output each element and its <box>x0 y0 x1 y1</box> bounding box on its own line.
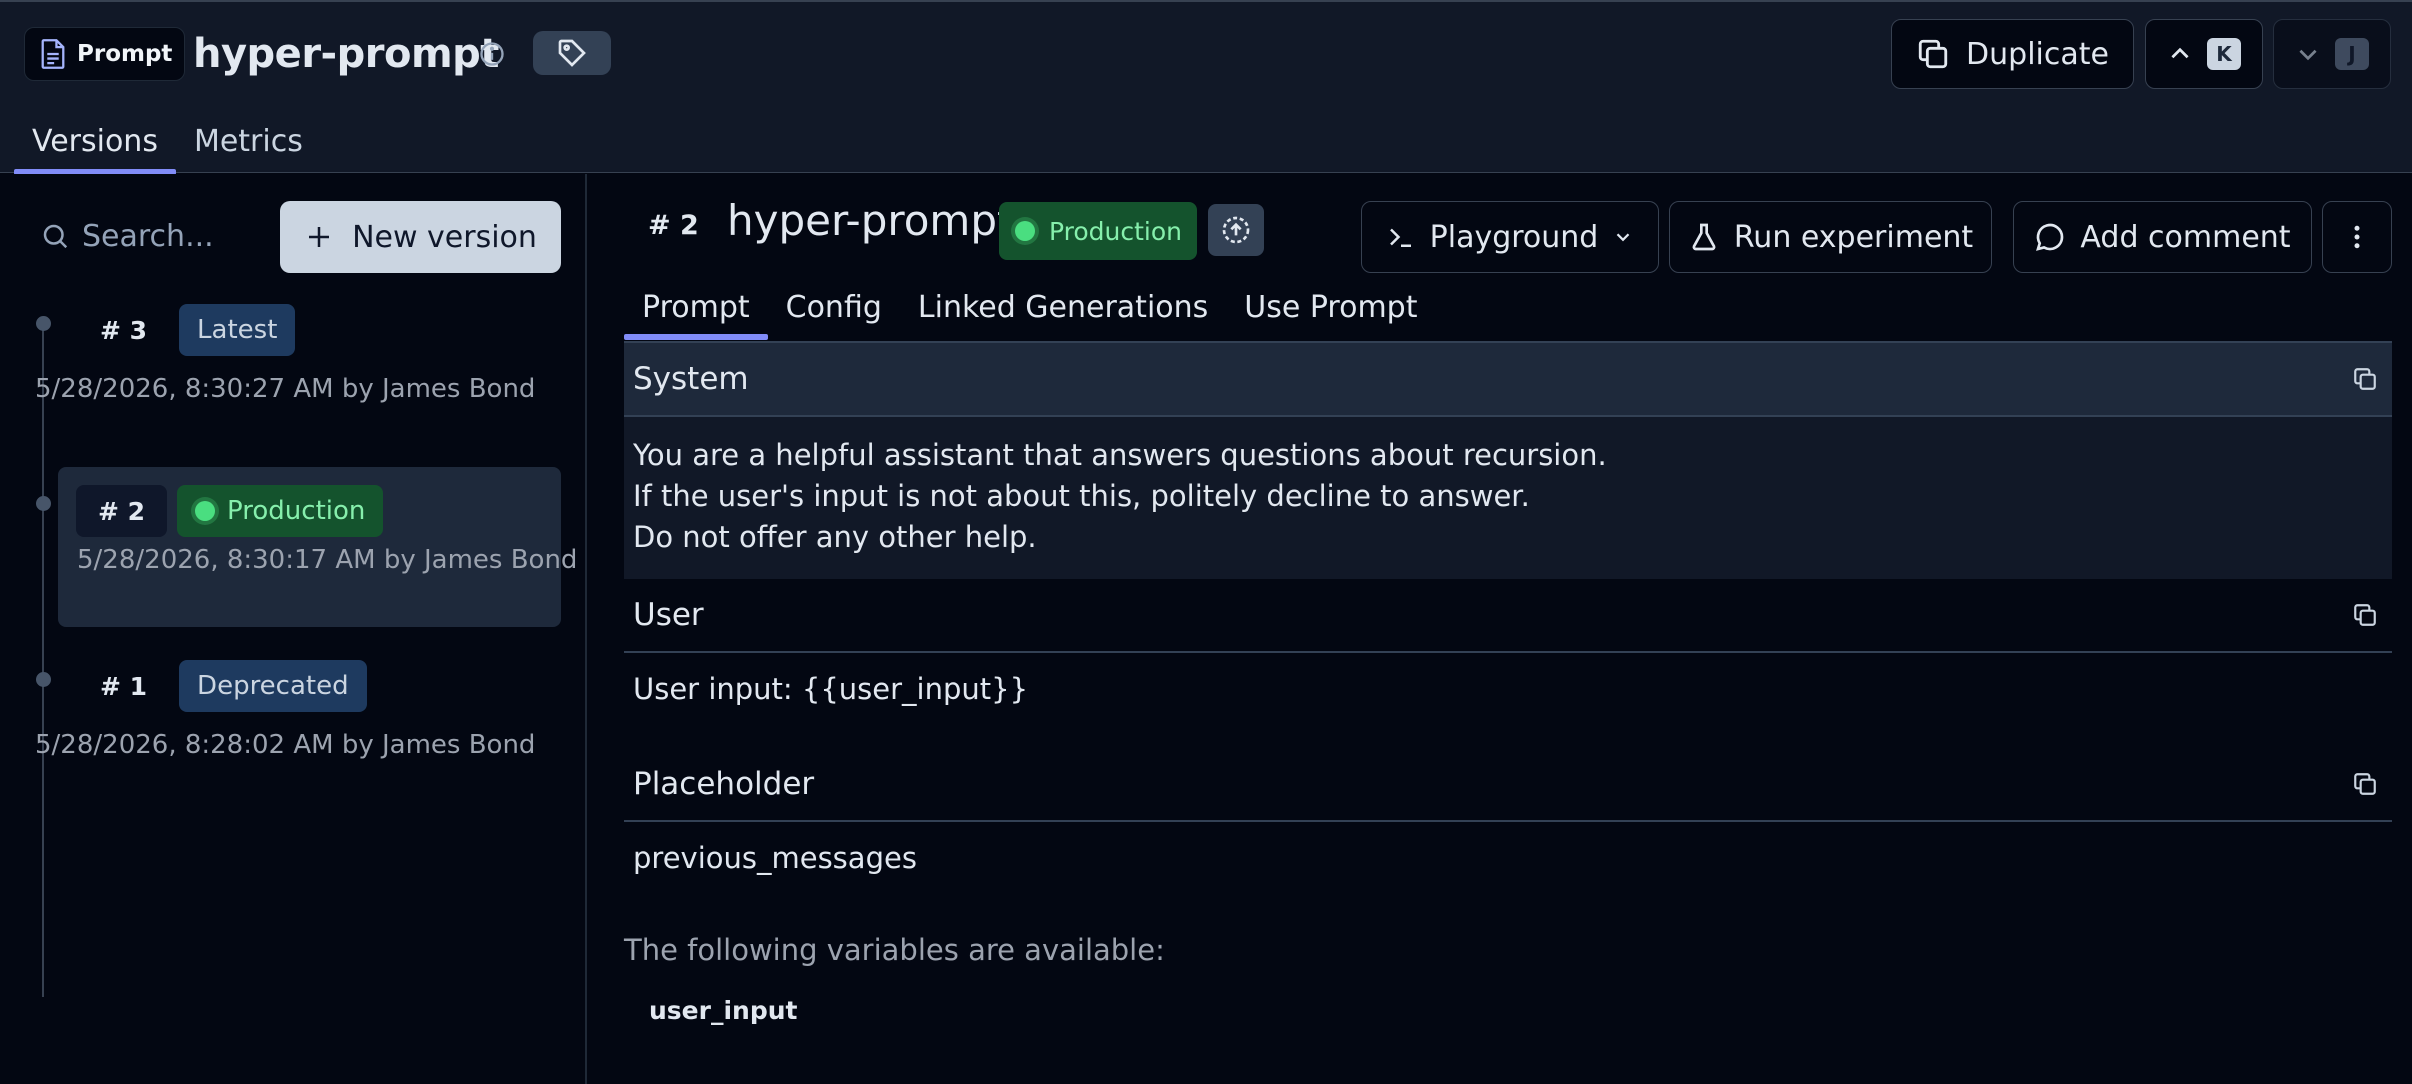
add-comment-label: Add comment <box>2080 219 2291 255</box>
version-item-1[interactable]: # 1 Deprecated 5/28/2026, 8:28:02 AM by … <box>35 660 561 800</box>
run-experiment-button[interactable]: Run experiment <box>1669 201 1992 273</box>
shortcut-key-j: J <box>2335 38 2369 70</box>
copy-icon[interactable] <box>2352 602 2378 628</box>
version-meta: 5/28/2026, 8:28:02 AM by James Bond <box>35 730 536 760</box>
latest-badge: Latest <box>179 304 296 356</box>
production-badge: Production <box>177 485 384 537</box>
message-line: User input: {{user_input}} <box>633 672 1029 706</box>
tab-use-prompt[interactable]: Use Prompt <box>1226 274 1435 340</box>
tab-config[interactable]: Config <box>768 274 900 340</box>
user-message: User User input: {{user_input}} <box>624 579 2392 720</box>
tab-prompt[interactable]: Prompt <box>624 274 768 340</box>
versions-sidebar: New version # 3 Latest 5/28/2026, 8:30:2… <box>0 174 587 1084</box>
top-header: Prompt hyper-prompt Duplicate K J Versio… <box>0 0 2412 175</box>
terminal-icon <box>1386 222 1416 252</box>
copy-icon[interactable] <box>2352 366 2378 392</box>
plus-icon <box>304 222 334 252</box>
message-content[interactable]: You are a helpful assistant that answers… <box>624 417 2392 579</box>
message-line: Do not offer any other help. <box>633 520 1037 554</box>
version-meta: 5/28/2026, 8:30:17 AM by James Bond <box>77 545 578 575</box>
version-number: # 1 <box>100 671 148 701</box>
version-detail: # 2 hyper-prompt Production Playground R… <box>589 174 2412 1084</box>
message-line: You are a helpful assistant that answers… <box>633 438 1607 472</box>
more-vertical-icon <box>2342 222 2372 252</box>
production-status-badge: Production <box>999 202 1197 260</box>
version-meta: 5/28/2026, 8:30:27 AM by James Bond <box>35 374 536 404</box>
document-icon <box>39 38 67 70</box>
version-item-3[interactable]: # 3 Latest 5/28/2026, 8:30:27 AM by Jame… <box>35 304 561 464</box>
search-box <box>40 208 260 264</box>
copy-icon[interactable] <box>2352 771 2378 797</box>
add-comment-button[interactable]: Add comment <box>2013 201 2312 273</box>
search-input[interactable] <box>82 218 252 254</box>
chevron-up-icon <box>2167 41 2193 67</box>
variables-label: The following variables are available: <box>624 933 1165 967</box>
version-title: hyper-prompt <box>727 196 1014 245</box>
version-number: # 2 <box>76 485 168 537</box>
message-content[interactable]: User input: {{user_input}} <box>624 653 2392 720</box>
run-experiment-label: Run experiment <box>1733 219 1974 255</box>
new-version-button[interactable]: New version <box>280 201 561 273</box>
version-item-2[interactable]: # 2 Production 5/28/2026, 8:30:17 AM by … <box>58 467 577 627</box>
duplicate-button[interactable]: Duplicate <box>1891 19 2134 89</box>
more-options-button[interactable] <box>2322 201 2392 273</box>
duplicate-label: Duplicate <box>1966 36 2109 72</box>
variable-user-input: user_input <box>649 996 798 1025</box>
message-role: System <box>633 361 749 397</box>
top-tabs: Versions Metrics <box>0 107 321 175</box>
next-prompt-button[interactable]: J <box>2273 19 2391 89</box>
version-number: # 3 <box>100 315 148 345</box>
tab-versions[interactable]: Versions <box>14 107 176 175</box>
message-header: User <box>624 579 2392 653</box>
prompt-tabs: Prompt Config Linked Generations Use Pro… <box>624 274 1435 340</box>
tag-icon <box>556 37 588 69</box>
message-line: If the user's input is not about this, p… <box>633 479 1530 513</box>
message-role: User <box>633 597 704 633</box>
tab-metrics[interactable]: Metrics <box>176 107 321 175</box>
previous-prompt-button[interactable]: K <box>2145 19 2263 89</box>
comment-icon <box>2034 221 2066 253</box>
message-header: Placeholder <box>624 748 2392 822</box>
promote-button[interactable] <box>1208 204 1264 256</box>
deprecated-badge: Deprecated <box>179 660 367 712</box>
message-role: Placeholder <box>633 766 815 802</box>
message-content[interactable]: previous_messages <box>624 822 2392 889</box>
playground-button[interactable]: Playground <box>1361 201 1659 273</box>
flask-icon <box>1688 221 1720 253</box>
new-version-label: New version <box>352 219 537 255</box>
timeline-dot <box>36 316 51 331</box>
production-label: Production <box>227 496 366 526</box>
chevron-down-icon <box>2295 41 2321 67</box>
message-header: System <box>624 343 2392 417</box>
copy-icon <box>1916 37 1950 71</box>
info-icon[interactable] <box>478 40 506 68</box>
prompt-type-badge: Prompt <box>24 27 185 81</box>
timeline-dot <box>36 672 51 687</box>
tags-button[interactable] <box>533 31 611 75</box>
message-line: previous_messages <box>633 841 917 875</box>
upload-circle-icon <box>1220 214 1252 246</box>
playground-label: Playground <box>1429 219 1599 255</box>
chevron-down-icon <box>1612 226 1634 248</box>
placeholder-message: Placeholder previous_messages <box>624 748 2392 889</box>
status-dot-icon <box>1015 221 1035 241</box>
prompt-type-label: Prompt <box>77 41 173 67</box>
search-icon <box>40 221 70 251</box>
shortcut-key-k: K <box>2207 38 2241 70</box>
version-label: # 2 <box>648 210 699 241</box>
production-status-label: Production <box>1049 216 1183 246</box>
timeline-dot <box>36 496 51 511</box>
timeline-line <box>42 322 44 997</box>
system-message: System You are a helpful assistant that … <box>624 341 2392 579</box>
status-dot-icon <box>195 501 216 521</box>
prompt-name: hyper-prompt <box>193 31 499 77</box>
tab-linked-generations[interactable]: Linked Generations <box>900 274 1226 340</box>
